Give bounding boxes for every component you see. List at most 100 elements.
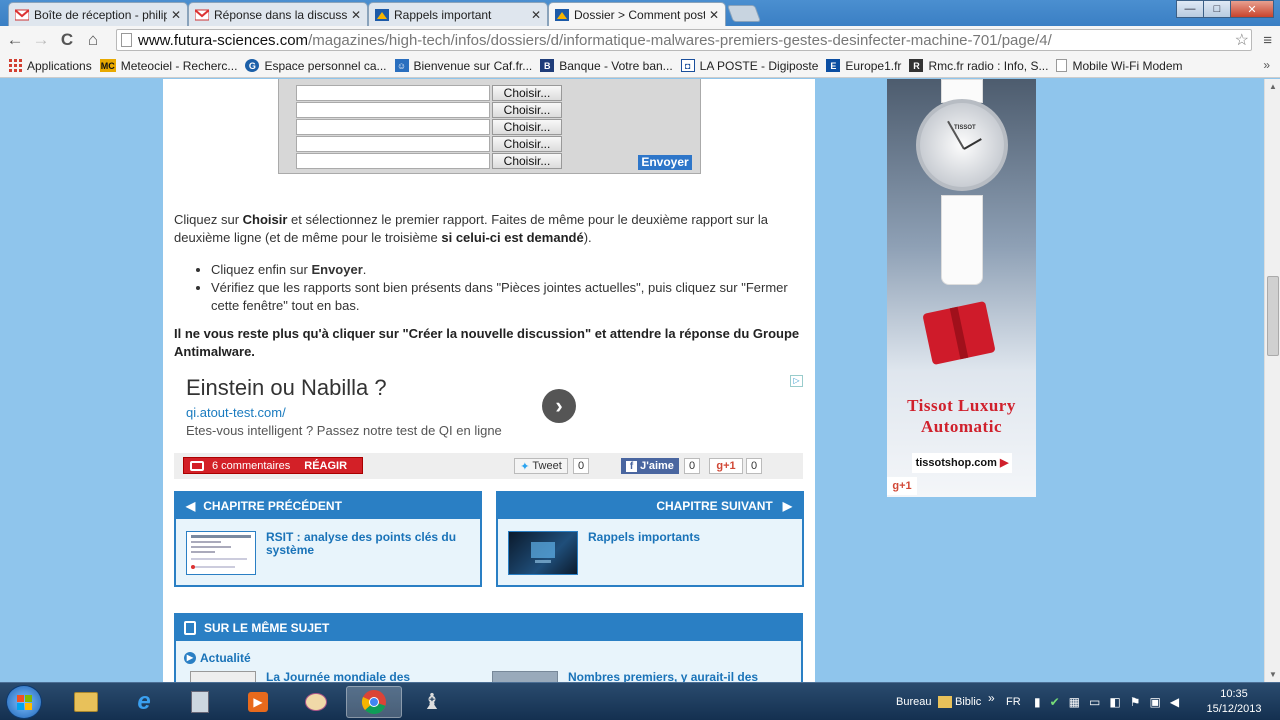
monitor-icon[interactable]: ▭ — [1089, 695, 1100, 709]
windows-taskbar: e ▶ ♝ Bureau Biblic » FR ▮ ✔ ▦ ▭ ◧ ⚑ ▣ ◀… — [0, 682, 1280, 720]
file-field — [296, 102, 490, 118]
related-thumbnail[interactable] — [492, 671, 558, 682]
vertical-scrollbar[interactable]: ▲ ▼ — [1264, 79, 1280, 682]
chrome-menu-icon[interactable]: ≡ — [1263, 32, 1272, 49]
signal-icon[interactable]: ▮ — [1034, 695, 1041, 709]
home-button[interactable]: ⌂ — [80, 30, 106, 50]
rmc-icon: R — [909, 59, 924, 72]
tab-strip: Boîte de réception - philip ✕ Réponse da… — [0, 0, 1280, 26]
address-bar[interactable]: www.futura-sciences.com/magazines/high-t… — [116, 29, 1252, 51]
close-tab-icon[interactable]: ✕ — [709, 8, 719, 22]
tab-gmail-inbox[interactable]: Boîte de réception - philip ✕ — [8, 2, 188, 26]
apps-grid-icon — [8, 59, 22, 72]
next-chapter-thumbnail[interactable] — [508, 531, 578, 575]
usb-icon[interactable]: ▣ — [1149, 695, 1160, 709]
ad-headline: Tissot Luxury Automatic — [907, 396, 1016, 436]
previous-chapter-link[interactable]: ◀ CHAPITRE PRÉCÉDENT — [176, 493, 480, 519]
related-thumbnail[interactable] — [190, 671, 256, 682]
page-icon — [1056, 59, 1068, 72]
security-check-icon[interactable]: ✔ — [1050, 695, 1060, 709]
related-article-link[interactable]: La Journée mondiale des — [266, 670, 410, 682]
bureau-toolbar[interactable]: Bureau — [896, 683, 931, 720]
bookmark-espace-caf[interactable]: G Espace personnel ca... — [245, 59, 387, 73]
previous-chapter-title[interactable]: RSIT : analyse des points clés du systèm… — [266, 531, 476, 557]
network-icon[interactable]: ◧ — [1109, 695, 1120, 709]
chrome-taskbar-button[interactable] — [346, 686, 402, 718]
new-tab-button[interactable] — [726, 5, 762, 22]
ad-url[interactable]: qi.atout-test.com/ — [186, 405, 286, 420]
tab-title: Boîte de réception - philip — [34, 7, 167, 22]
calculator-icon — [191, 691, 209, 713]
related-article-link[interactable]: Nombres premiers, y aurait-il des — [568, 670, 758, 682]
scroll-down-arrow-icon[interactable]: ▼ — [1269, 670, 1277, 679]
folder-icon — [74, 692, 98, 712]
system-clock[interactable]: 10:35 15/12/2013 — [1196, 687, 1272, 717]
forward-button[interactable]: → — [28, 30, 54, 50]
close-tab-icon[interactable]: ✕ — [351, 8, 361, 22]
paint-taskbar-button[interactable] — [288, 686, 344, 718]
bookmark-rmc[interactable]: R Rmc.fr radio : Info, S... — [909, 59, 1048, 73]
maximize-button[interactable]: □ — [1203, 0, 1231, 18]
bookmarks-bar: Applications MC Meteociel - Recherc... GE… — [0, 54, 1280, 78]
next-chapter-link[interactable]: CHAPITRE SUIVANT ▶ — [498, 493, 802, 519]
page-icon — [121, 33, 132, 47]
like-count: 0 — [684, 458, 700, 474]
text-ad[interactable]: Einstein ou Nabilla ? qi.atout-test.com/… — [174, 371, 803, 449]
bookmark-laposte[interactable]: ◘ LA POSTE - Digiposte — [680, 59, 818, 73]
tissot-ad[interactable]: TISSOT Tissot Luxury Automatic tissotshop… — [887, 79, 1036, 497]
choose-button: Choisir... — [492, 102, 562, 118]
next-chapter-title[interactable]: Rappels importants — [588, 531, 798, 544]
start-button[interactable] — [6, 685, 42, 719]
ad-gplus-button[interactable]: g+1 — [887, 477, 917, 495]
tab-gmail-discussion[interactable]: Réponse dans la discussio ✕ — [188, 2, 368, 26]
scroll-up-arrow-icon[interactable]: ▲ — [1269, 82, 1277, 91]
bookmark-wifi-modem[interactable]: Mobile Wi-Fi Modem — [1056, 59, 1183, 73]
chess-taskbar-button[interactable]: ♝ — [404, 686, 460, 718]
previous-chapter-box: ◀ CHAPITRE PRÉCÉDENT RSIT : analyse des p… — [174, 491, 482, 587]
volume-icon[interactable]: ◀ — [1170, 695, 1179, 709]
media-player-icon: ▶ — [248, 692, 268, 712]
futura-icon — [555, 8, 569, 21]
previous-chapter-thumbnail[interactable] — [186, 531, 256, 575]
explorer-taskbar-button[interactable] — [58, 686, 114, 718]
bookmark-star-icon[interactable]: ☆ — [1235, 30, 1249, 50]
close-tab-icon[interactable]: ✕ — [531, 8, 541, 22]
media-player-taskbar-button[interactable]: ▶ — [230, 686, 286, 718]
bookmark-banque[interactable]: B Banque - Votre ban... — [540, 59, 673, 73]
upload-row: Choisir... — [296, 102, 676, 118]
tissotshop-link[interactable]: tissotshop.com ▶ — [912, 453, 1012, 473]
tab-rappels[interactable]: Rappels important ✕ — [368, 2, 548, 26]
back-button[interactable]: ← — [2, 30, 28, 50]
calculator-taskbar-button[interactable] — [172, 686, 228, 718]
futura-icon — [375, 8, 389, 21]
ad-arrow-icon[interactable]: › — [542, 389, 576, 423]
library-toolbar[interactable]: Biblic — [938, 683, 981, 720]
flag-icon[interactable]: ⚑ — [1130, 695, 1141, 709]
minimize-button[interactable]: — — [1176, 0, 1204, 18]
ie-taskbar-button[interactable]: e — [116, 686, 172, 718]
language-indicator[interactable]: FR — [1006, 683, 1021, 720]
final-paragraph: Il ne vous reste plus qu'à cliquer sur "… — [174, 326, 800, 359]
file-field — [296, 153, 490, 169]
more-bookmarks-button[interactable]: » — [1263, 58, 1270, 72]
device-icon[interactable]: ▦ — [1069, 695, 1080, 709]
scrollbar-thumb[interactable] — [1267, 276, 1279, 356]
toolbar-more[interactable]: » — [988, 679, 995, 717]
gplus-button[interactable]: g+1 — [709, 458, 743, 474]
ad-title[interactable]: Einstein ou Nabilla ? — [186, 375, 387, 401]
caf-people-icon: ☺ — [394, 59, 409, 72]
tab-dossier-active[interactable]: Dossier > Comment poste ✕ — [548, 2, 726, 26]
tweet-button[interactable]: ✦ Tweet — [514, 458, 568, 474]
chevron-right-icon: ▶ — [782, 499, 792, 513]
comments-button[interactable]: 6 commentaires RÉAGIR — [183, 457, 363, 474]
close-tab-icon[interactable]: ✕ — [171, 8, 181, 22]
bookmark-caf[interactable]: ☺ Bienvenue sur Caf.fr... — [394, 59, 532, 73]
facebook-like-button[interactable]: f J'aime — [621, 458, 679, 474]
close-window-button[interactable]: ✕ — [1230, 0, 1274, 18]
reload-button[interactable]: C — [54, 30, 80, 50]
bookmark-meteociel[interactable]: MC Meteociel - Recherc... — [99, 59, 237, 73]
bookmark-europe1[interactable]: E Europe1.fr — [826, 59, 901, 73]
adchoices-icon[interactable]: ▷ — [790, 375, 803, 387]
bookmark-applications[interactable]: Applications — [8, 59, 92, 73]
watch-hand — [963, 138, 982, 150]
